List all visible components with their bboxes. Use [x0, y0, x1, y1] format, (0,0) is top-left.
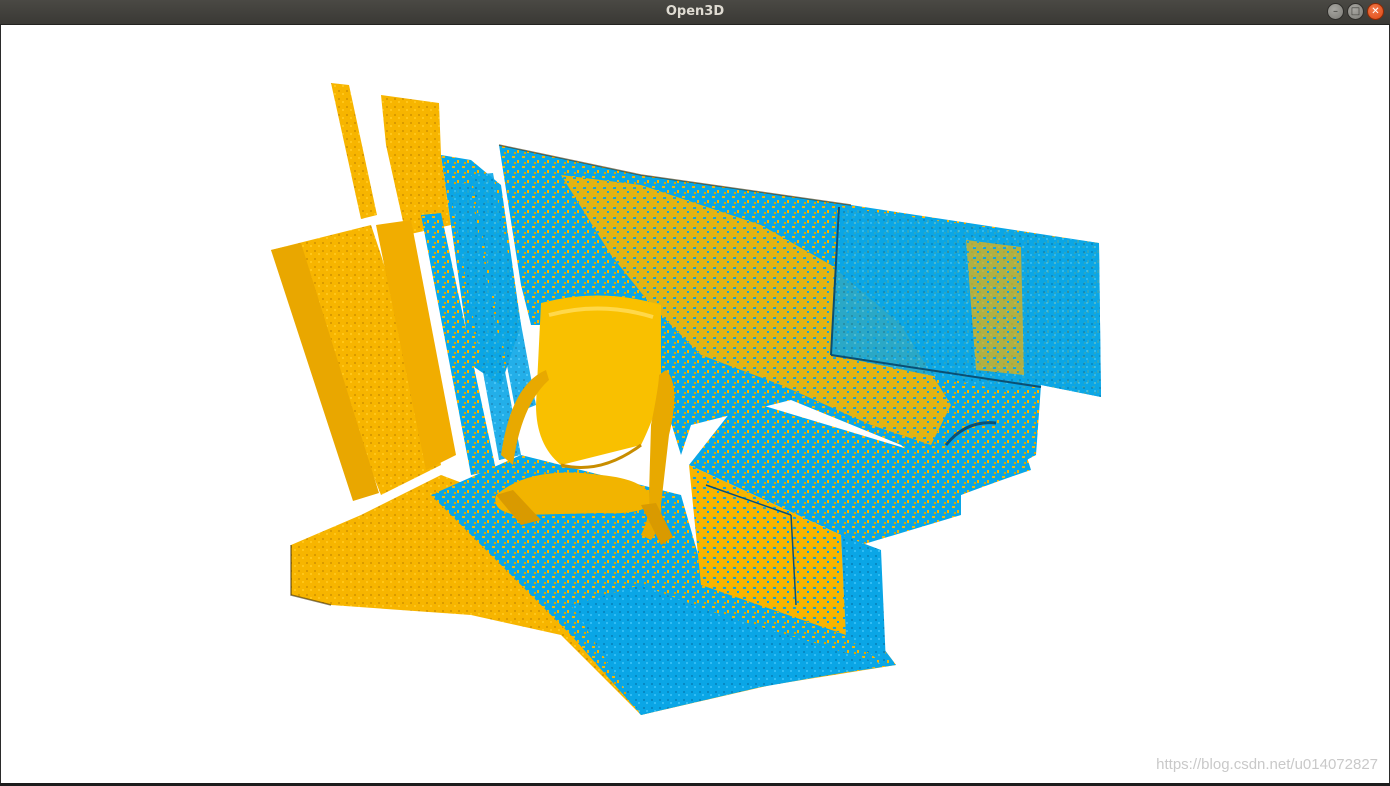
- window-title: Open3D: [665, 4, 725, 19]
- maximize-icon: □: [1350, 5, 1361, 17]
- watermark-text: https://blog.csdn.net/u014072827: [1156, 756, 1378, 773]
- minimize-button[interactable]: –: [1327, 3, 1344, 20]
- left-wall-panels: [271, 83, 536, 501]
- maximize-button[interactable]: □: [1347, 3, 1364, 20]
- minimize-icon: –: [1333, 5, 1338, 17]
- close-button[interactable]: ✕: [1367, 3, 1384, 20]
- close-icon: ✕: [1371, 5, 1380, 17]
- 3d-viewport[interactable]: [1, 25, 1389, 783]
- point-cloud-render: [271, 83, 1101, 715]
- window-titlebar[interactable]: Open3D – □ ✕: [0, 0, 1390, 25]
